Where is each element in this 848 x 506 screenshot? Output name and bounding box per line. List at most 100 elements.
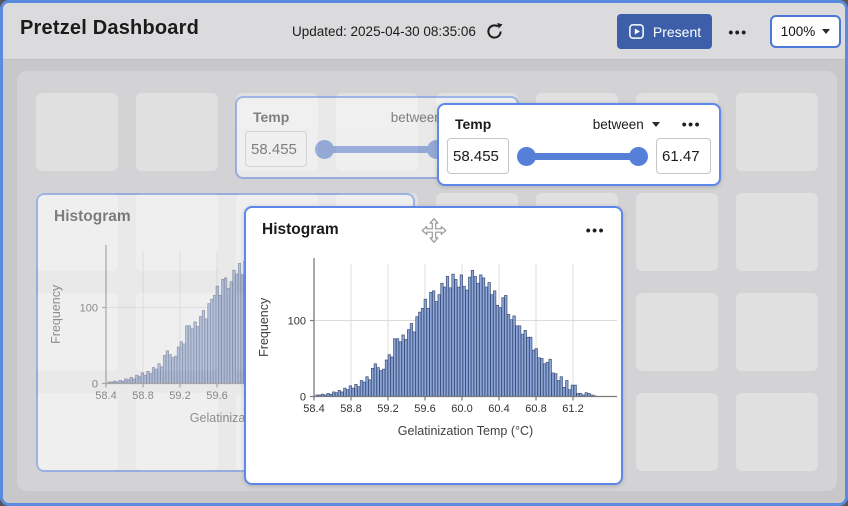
grid-cell bbox=[736, 193, 818, 271]
histogram-bar bbox=[357, 387, 359, 397]
histogram-bar bbox=[438, 295, 440, 397]
operator-label: between bbox=[391, 110, 442, 125]
histogram-bar bbox=[549, 359, 551, 396]
histogram-bar bbox=[571, 385, 573, 396]
present-button[interactable]: Present bbox=[617, 14, 712, 49]
histogram-bar bbox=[369, 380, 371, 397]
histogram-bar bbox=[236, 274, 238, 383]
x-tick-label: 59.6 bbox=[414, 403, 435, 415]
histogram-bar bbox=[344, 388, 346, 396]
page-title: Pretzel Dashboard bbox=[20, 17, 199, 40]
histogram-bar bbox=[499, 308, 501, 397]
min-value-input[interactable] bbox=[447, 138, 509, 174]
histogram-bar bbox=[391, 357, 393, 397]
histogram-bar bbox=[183, 344, 185, 384]
x-tick-label: 58.4 bbox=[95, 390, 116, 402]
histogram-bar bbox=[513, 316, 515, 397]
histogram-bar bbox=[233, 270, 235, 383]
histogram-bar bbox=[538, 358, 540, 397]
header-bar: Pretzel Dashboard Updated: 2025-04-30 08… bbox=[3, 3, 845, 60]
histogram-bar bbox=[532, 350, 534, 396]
histogram-bar bbox=[136, 375, 138, 383]
move-handle[interactable] bbox=[420, 217, 447, 249]
zoom-value: 100% bbox=[781, 24, 816, 39]
histogram-bar bbox=[432, 291, 434, 397]
histogram-bar bbox=[174, 356, 176, 383]
histogram-bar bbox=[518, 326, 520, 397]
card-more-button[interactable]: ••• bbox=[586, 223, 605, 237]
card-more-button[interactable]: ••• bbox=[682, 117, 701, 131]
filter-controls bbox=[439, 132, 719, 174]
histogram-bar bbox=[530, 337, 532, 396]
histogram-bar bbox=[402, 335, 404, 397]
operator-dropdown[interactable]: between bbox=[593, 117, 660, 132]
histogram-chart: 58.458.859.259.660.060.460.861.20100Gela… bbox=[246, 252, 621, 447]
histogram-card[interactable]: Histogram ••• 58.458.859.259.660.060.460… bbox=[244, 206, 623, 485]
histogram-bar bbox=[388, 355, 390, 397]
updated-group: Updated: 2025-04-30 08:35:06 bbox=[292, 3, 504, 60]
histogram-bar bbox=[394, 339, 396, 397]
filter-card-header: Temp between ••• bbox=[439, 105, 719, 132]
histogram-bar bbox=[385, 360, 387, 396]
refresh-button[interactable] bbox=[485, 22, 504, 41]
histogram-bar bbox=[224, 278, 226, 384]
histogram-bar bbox=[186, 326, 188, 384]
histogram-bar bbox=[202, 311, 204, 384]
histogram-title: Histogram bbox=[262, 221, 339, 239]
histogram-bar bbox=[541, 359, 543, 397]
slider-handle-max[interactable] bbox=[629, 147, 648, 166]
x-tick-label: 58.4 bbox=[303, 403, 324, 415]
histogram-bar bbox=[521, 334, 523, 396]
y-tick-label: 0 bbox=[300, 392, 306, 404]
filter-title: Temp bbox=[455, 116, 491, 132]
histogram-bar bbox=[524, 330, 526, 396]
histogram-bar bbox=[197, 327, 199, 384]
x-tick-label: 60.4 bbox=[488, 403, 509, 415]
histogram-bar bbox=[194, 322, 196, 384]
histogram-bar bbox=[191, 329, 193, 384]
zoom-select[interactable]: 100% bbox=[770, 15, 841, 48]
filter-card[interactable]: Temp between ••• bbox=[437, 103, 721, 186]
range-slider[interactable] bbox=[517, 138, 648, 174]
histogram-bar bbox=[555, 374, 557, 397]
ellipsis-icon: ••• bbox=[728, 25, 747, 39]
histogram-bar bbox=[205, 319, 207, 384]
histogram-bar bbox=[407, 330, 409, 397]
histogram-bar bbox=[410, 324, 412, 397]
histogram-bar bbox=[371, 368, 373, 396]
slider-track[interactable] bbox=[525, 153, 640, 160]
histogram-bar bbox=[502, 298, 504, 397]
histogram-bar bbox=[457, 287, 459, 396]
histogram-bar bbox=[468, 277, 470, 396]
histogram-bar bbox=[535, 349, 537, 397]
histogram-bar bbox=[152, 368, 154, 384]
histogram-bar bbox=[560, 377, 562, 397]
y-tick-label: 0 bbox=[92, 379, 98, 391]
move-icon bbox=[420, 217, 447, 244]
x-tick-label: 59.2 bbox=[377, 403, 398, 415]
header-more-button[interactable]: ••• bbox=[719, 14, 757, 49]
grid-cell bbox=[736, 293, 818, 371]
y-axis-label: Frequency bbox=[49, 284, 63, 344]
histogram-bar bbox=[355, 384, 357, 396]
histogram-bar bbox=[230, 282, 232, 384]
max-value-input[interactable] bbox=[656, 138, 711, 174]
slider-handle-min[interactable] bbox=[517, 147, 536, 166]
histogram-bar bbox=[446, 276, 448, 396]
x-tick-label: 59.6 bbox=[206, 390, 227, 402]
histogram-bar bbox=[360, 381, 362, 397]
y-axis-label: Frequency bbox=[257, 297, 271, 357]
histogram-bar bbox=[493, 291, 495, 397]
histogram-bar bbox=[485, 287, 487, 396]
histogram-bar bbox=[166, 351, 168, 384]
histogram-bar bbox=[172, 358, 174, 384]
histogram-bar bbox=[158, 364, 160, 384]
histogram-header: Histogram ••• bbox=[246, 208, 621, 252]
histogram-bar bbox=[421, 308, 423, 396]
histogram-bar bbox=[510, 320, 512, 397]
y-tick-label: 100 bbox=[80, 303, 98, 315]
histogram-bar bbox=[238, 263, 240, 383]
histogram-bar bbox=[574, 385, 576, 396]
slider-track bbox=[323, 146, 438, 153]
histogram-bar bbox=[516, 326, 518, 397]
